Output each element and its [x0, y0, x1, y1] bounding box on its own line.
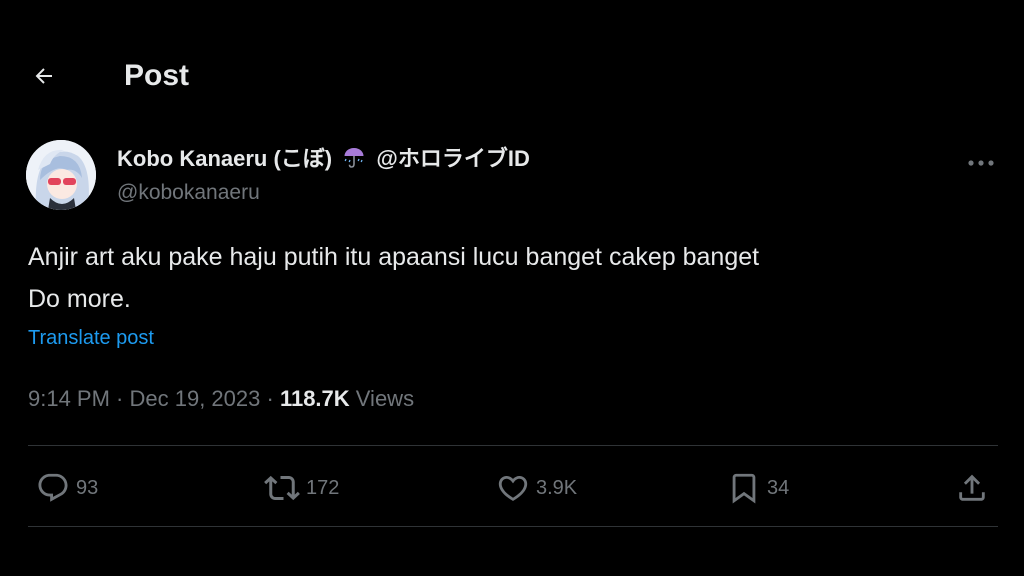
post-actions: 93 172 3.9K 34: [0, 462, 1024, 514]
like-count: 3.9K: [536, 477, 578, 499]
divider: [28, 526, 998, 527]
views-count: 118.7K: [279, 386, 350, 411]
post-text: Anjir art aku pake haju putih itu apaans…: [28, 236, 988, 320]
post-text-line: Do more.: [28, 285, 131, 313]
author-handle[interactable]: @kobokanaeru: [117, 180, 260, 206]
repost-button[interactable]: 172: [264, 470, 339, 506]
reply-button[interactable]: 93: [36, 470, 98, 506]
post-text-line: Anjir art aku pake haju putih itu apaans…: [28, 243, 760, 271]
author-display-name[interactable]: Kobo Kanaeru (こぼ) @ホロライブID: [117, 145, 530, 176]
divider: [28, 445, 998, 446]
author-name: Kobo Kanaeru (こぼ): [117, 146, 333, 171]
umbrella-with-rain-icon: [342, 145, 366, 176]
heart-icon: [498, 475, 528, 501]
views-label: Views: [349, 386, 415, 411]
post-time[interactable]: 9:14 PM: [28, 386, 110, 411]
avatar[interactable]: [26, 140, 96, 210]
more-button[interactable]: [964, 148, 998, 178]
bookmark-button[interactable]: 34: [727, 470, 789, 506]
share-icon: [959, 474, 985, 501]
like-button[interactable]: 3.9K: [496, 470, 577, 506]
page-title: Post: [124, 59, 190, 92]
translate-post-link[interactable]: Translate post: [28, 325, 154, 351]
back-button[interactable]: [26, 58, 62, 94]
meta-separator: ·: [260, 386, 280, 411]
reply-icon: [38, 473, 68, 502]
reply-count: 93: [76, 477, 99, 499]
avatar-image: [26, 140, 96, 210]
bookmark-count: 34: [767, 477, 790, 499]
repost-icon: [264, 475, 300, 501]
author-affiliation: @ホロライブID: [376, 146, 530, 171]
repost-count: 172: [306, 477, 340, 499]
bookmark-icon: [732, 473, 756, 504]
post-author: Kobo Kanaeru (こぼ) @ホロライブID @kobokanaeru: [26, 140, 998, 212]
post-date[interactable]: Dec 19, 2023: [130, 386, 261, 411]
post-header: Post: [0, 48, 1024, 104]
share-button[interactable]: [955, 470, 989, 506]
arrow-left-icon: [35, 68, 52, 84]
meta-separator: ·: [109, 386, 130, 411]
more-horizontal-icon: [968, 160, 994, 166]
post-meta: 9:14 PM · Dec 19, 2023 · 118.7K Views: [28, 384, 414, 414]
